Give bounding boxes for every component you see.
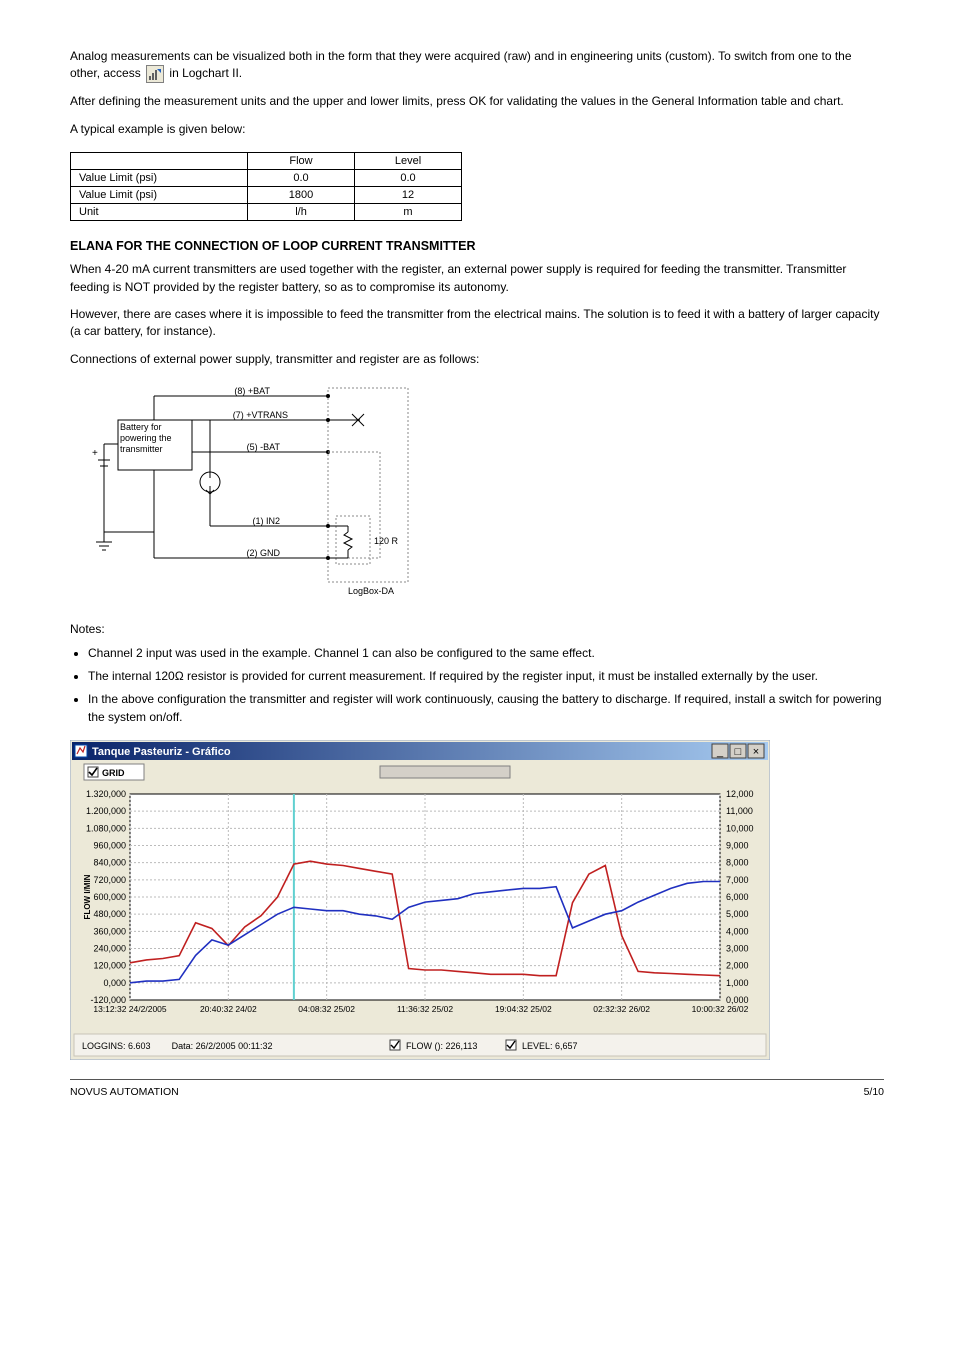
intro-block: Analog measurements can be visualized bo… xyxy=(70,48,884,138)
intro-text-2: After defining the measurement units and… xyxy=(70,93,884,110)
table-row-label: Unit xyxy=(71,204,248,221)
x-tick: 13:12:32 24/2/2005 xyxy=(93,1004,167,1014)
diagram-pin7: (7) +VTRANS xyxy=(233,410,288,420)
table-row-label: Value Limit (psi) xyxy=(71,187,248,204)
chart-settings-icon[interactable] xyxy=(146,65,164,83)
intro-text-1b: in Logchart II. xyxy=(169,67,242,81)
table-header-blank xyxy=(71,153,248,170)
x-tick: 10:00:32 26/02 xyxy=(692,1004,749,1014)
y-left-tick: 120,000 xyxy=(93,961,126,971)
notes-list: Channel 2 input was used in the example.… xyxy=(88,645,884,727)
y-left-tick: 240,000 xyxy=(93,944,126,954)
table-caption: A typical example is given below: xyxy=(70,121,884,138)
diagram-battery-label: Battery forpowering thetransmitter xyxy=(120,422,190,455)
section-block: When 4-20 mA current transmitters are us… xyxy=(70,261,884,368)
table-header-level: Level xyxy=(355,153,462,170)
y-right-tick: 7,000 xyxy=(726,875,749,885)
y-right-tick: 5,000 xyxy=(726,909,749,919)
diagram-pin2: (2) GND xyxy=(247,548,281,558)
y-left-label: FLOW l/MIN xyxy=(83,874,92,919)
table-row-label: Value Limit (psi) xyxy=(71,170,248,187)
svg-text:_: _ xyxy=(716,746,724,758)
x-tick: 11:36:32 25/02 xyxy=(397,1004,453,1014)
y-left-tick: 960,000 xyxy=(93,841,126,851)
y-left-tick: 360,000 xyxy=(93,926,126,936)
footer-rule xyxy=(70,1079,884,1080)
ohm-symbol: Ω xyxy=(175,669,184,683)
chart-title: Tanque Pasteuriz - Gráfico xyxy=(92,746,231,758)
svg-text:+: + xyxy=(92,448,98,459)
diagram-pin5: (5) -BAT xyxy=(247,442,281,452)
y-left-tick: 0,000 xyxy=(103,978,126,988)
chart-scrollbar[interactable] xyxy=(380,766,510,778)
note-1: Channel 2 input was used in the example.… xyxy=(88,645,884,662)
limits-table: Flow Level Value Limit (psi)0.00.0Value … xyxy=(70,152,462,221)
diagram-resistor-label: 120 R xyxy=(374,536,399,546)
y-left-tick: 600,000 xyxy=(93,892,126,902)
status-text: Data: 26/2/2005 00:11:32 xyxy=(172,1041,273,1051)
grid-label: GRID xyxy=(102,768,125,778)
y-right-tick: 2,000 xyxy=(726,961,749,971)
note-2: The internal 120Ω resistor is provided f… xyxy=(88,668,884,685)
diagram-pin1: (1) IN2 xyxy=(252,516,280,526)
diagram-device-label: LogBox-DA xyxy=(348,586,394,596)
section-p3: Connections of external power supply, tr… xyxy=(70,351,884,368)
note-3: In the above configuration the transmitt… xyxy=(88,691,884,726)
wiring-diagram: LogBox-DA Battery forpowering thetransmi… xyxy=(80,382,884,607)
y-left-tick: 1.320,000 xyxy=(86,789,126,799)
y-right-tick: 3,000 xyxy=(726,944,749,954)
table-cell: l/h xyxy=(248,204,355,221)
y-left-tick: 720,000 xyxy=(93,875,126,885)
chart-window: Tanque Pasteuriz - Gráfico _ □ × GRID FLOW l/… xyxy=(70,740,884,1065)
status-text: LEVEL: 6,657 xyxy=(522,1041,578,1051)
x-tick: 19:04:32 25/02 xyxy=(495,1004,552,1014)
y-right-tick: 9,000 xyxy=(726,841,749,851)
table-cell: 1800 xyxy=(248,187,355,204)
diagram-pin8: (8) +BAT xyxy=(234,386,270,396)
footer-left: NOVUS AUTOMATION xyxy=(70,1086,179,1098)
status-text: FLOW (): 226,113 xyxy=(406,1041,477,1051)
x-tick: 20:40:32 24/02 xyxy=(200,1004,257,1014)
section-heading: ELANA FOR THE CONNECTION OF LOOP CURRENT… xyxy=(70,239,884,253)
table-header-flow: Flow xyxy=(248,153,355,170)
table-cell: 0.0 xyxy=(355,170,462,187)
y-left-tick: 840,000 xyxy=(93,858,126,868)
table-cell: 12 xyxy=(355,187,462,204)
section-p1: When 4-20 mA current transmitters are us… xyxy=(70,261,884,296)
table-cell: m xyxy=(355,204,462,221)
section-p2: However, there are cases where it is imp… xyxy=(70,306,884,341)
y-left-tick: 480,000 xyxy=(93,909,126,919)
status-text: LOGGINS: 6.603 xyxy=(82,1041,151,1051)
footer-right: 5/10 xyxy=(864,1086,884,1098)
y-left-tick: 1.200,000 xyxy=(86,806,126,816)
y-right-tick: 11,000 xyxy=(726,806,753,816)
notes-intro: Notes: xyxy=(70,621,884,638)
svg-text:□: □ xyxy=(735,746,742,758)
y-right-tick: 12,000 xyxy=(726,789,754,799)
y-right-tick: 4,000 xyxy=(726,926,749,936)
y-left-tick: 1.080,000 xyxy=(86,823,126,833)
y-right-tick: 10,000 xyxy=(726,823,754,833)
y-right-tick: 1,000 xyxy=(726,978,749,988)
x-tick: 04:08:32 25/02 xyxy=(298,1004,355,1014)
svg-text:×: × xyxy=(753,746,759,758)
y-right-tick: 6,000 xyxy=(726,892,749,902)
x-tick: 02:32:32 26/02 xyxy=(593,1004,650,1014)
y-right-tick: 8,000 xyxy=(726,858,749,868)
table-cell: 0.0 xyxy=(248,170,355,187)
